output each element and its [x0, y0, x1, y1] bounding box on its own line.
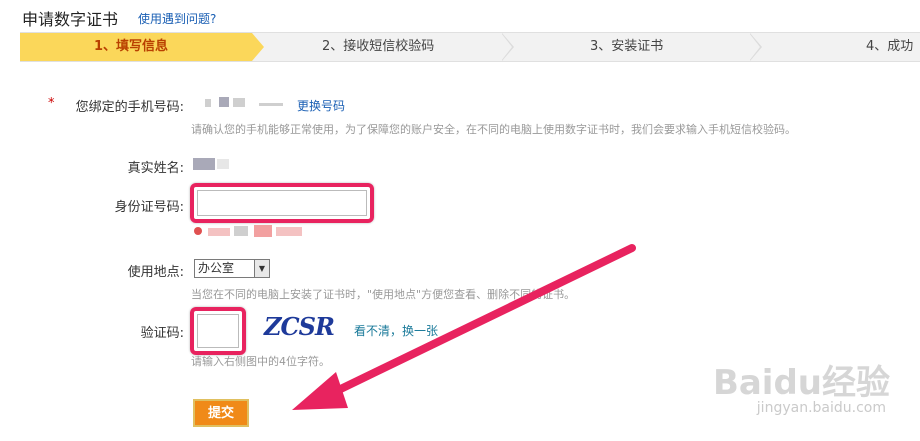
- arrow-shaft: [318, 244, 636, 402]
- arrow-head: [292, 372, 348, 410]
- watermark-logo: Baidu经验: [712, 363, 890, 403]
- watermark-url: jingyan.baidu.com: [756, 400, 886, 416]
